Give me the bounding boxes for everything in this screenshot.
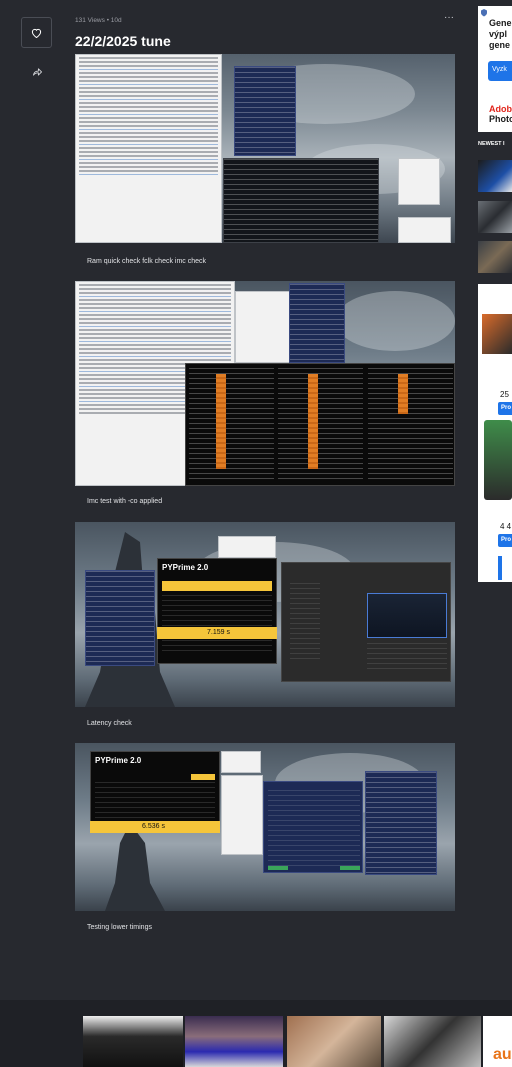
favorite-button[interactable]	[21, 17, 52, 48]
view-count: 131 Views	[75, 17, 105, 24]
heart-outline-icon	[31, 28, 42, 38]
product-button-label-1: Pro	[501, 405, 512, 411]
post-image-1[interactable]	[75, 54, 455, 243]
ad-product: Photo	[489, 114, 512, 124]
small-dialog	[218, 536, 276, 558]
ad-logo-fragment	[498, 556, 512, 580]
product-price-2: 4 4	[500, 522, 512, 531]
image-caption-4: Testing lower timings	[87, 924, 152, 931]
newest-heading: NEWEST I	[478, 141, 505, 147]
memory-checker-window	[263, 781, 363, 873]
ad-line-3: gene	[489, 40, 511, 50]
testmem-log-window	[75, 54, 222, 243]
more-options-button[interactable]: ···	[444, 12, 454, 23]
image-caption-2: Imc test with -co applied	[87, 498, 163, 505]
pyprime-window: PYPrime 2.0	[90, 751, 220, 831]
hwinfo-window	[185, 363, 455, 486]
footer-ad[interactable]: au	[483, 1016, 512, 1067]
ad-brand: Adob	[489, 104, 512, 114]
timer-bar: 6.536 s	[90, 821, 220, 833]
post-image-3[interactable]: PYPrime 2.0 7.159 s	[75, 522, 455, 707]
ad-line-2: výpl	[489, 29, 508, 39]
timer-value: 6.536 s	[142, 823, 165, 830]
ad-cta-label: Vyzk	[492, 66, 507, 73]
image-caption-1: Ram quick check fclk check imc check	[87, 258, 207, 265]
post-meta: 131 Views • 10d	[75, 17, 122, 24]
ad-line-1: Gene	[489, 18, 512, 28]
settings-panel	[221, 775, 263, 855]
pyprime-window: PYPrime 2.0	[157, 558, 277, 664]
sidebar-ad-product[interactable]: 25 Pro 4 4 Pro	[478, 284, 512, 582]
pyprime-title: PYPrime 2.0	[95, 756, 142, 765]
sidebar-ad-top[interactable]: Gene výpl gene Vyzk Adob Photo	[478, 6, 512, 132]
console-window	[223, 158, 379, 243]
image-caption-3: Latency check	[87, 720, 132, 727]
product-image-2	[484, 420, 512, 500]
notification-dialog	[398, 217, 451, 243]
left-action-rail	[0, 0, 72, 1000]
post-title: 22/2/2025 tune	[75, 33, 171, 49]
footer-thumb-1[interactable]	[83, 1016, 183, 1067]
newest-thumb-3[interactable]	[478, 241, 512, 273]
product-price-1: 25	[500, 390, 509, 399]
newest-thumb-2[interactable]	[478, 201, 512, 233]
post-image-4[interactable]: PYPrime 2.0 6.536 s	[75, 743, 455, 911]
small-stats-window	[398, 158, 440, 205]
share-arrow-icon	[32, 67, 42, 76]
zentimings-window	[85, 570, 155, 666]
zentimings-window	[365, 771, 437, 875]
product-button-2[interactable]: Pro	[498, 534, 512, 547]
task-manager-window	[281, 562, 451, 682]
zentimings-window	[289, 283, 345, 363]
memory-dialog	[235, 291, 291, 363]
product-button-label-2: Pro	[501, 537, 512, 543]
timer-bar: 7.159 s	[157, 627, 277, 639]
ad-badge-icon	[481, 9, 487, 17]
footer-thumb-4[interactable]	[384, 1016, 481, 1067]
footer-thumb-2[interactable]	[185, 1016, 283, 1067]
timer-value: 7.159 s	[207, 629, 230, 636]
small-dialog	[221, 751, 261, 773]
zentimings-window	[234, 66, 296, 156]
meta-separator: •	[106, 17, 109, 24]
rock-pillar-graphic	[105, 823, 165, 911]
footer-ad-text: au	[493, 1046, 512, 1063]
post-image-2[interactable]	[75, 281, 455, 486]
footer-thumb-3[interactable]	[287, 1016, 381, 1067]
share-button[interactable]	[28, 62, 46, 80]
post-age: 10d	[110, 17, 122, 24]
product-button-1[interactable]: Pro	[498, 402, 512, 415]
newest-thumb-1[interactable]	[478, 160, 512, 192]
ad-cta-button[interactable]: Vyzk	[488, 61, 512, 81]
pyprime-title: PYPrime 2.0	[162, 563, 209, 572]
product-image-1	[482, 314, 512, 354]
